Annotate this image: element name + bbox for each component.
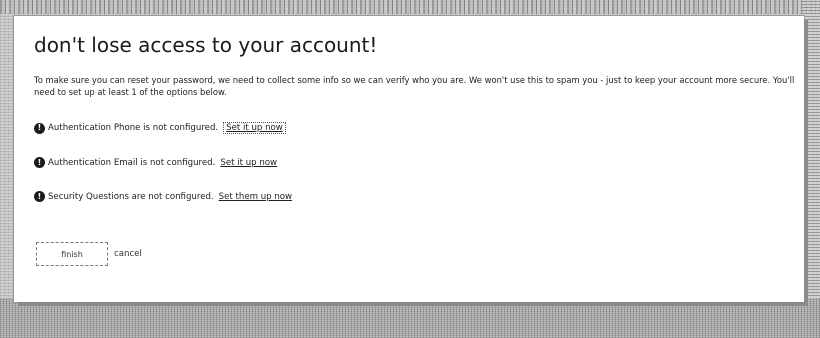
setup-security-questions-link[interactable]: Set them up now — [219, 192, 292, 202]
dialog-title: don't lose access to your account! — [34, 33, 378, 57]
warning-icon: ! — [34, 191, 45, 202]
warning-icon: ! — [34, 157, 45, 168]
right-edge — [802, 0, 820, 338]
top-edge — [0, 0, 820, 14]
bottom-edge — [0, 298, 820, 338]
option-authentication-phone: ! Authentication Phone is not configured… — [34, 122, 286, 134]
dialog-actions: finish cancel — [36, 242, 142, 266]
option-status-text: Security Questions are not configured. — [48, 191, 214, 202]
setup-phone-link[interactable]: Set it up now — [223, 122, 286, 134]
cancel-link[interactable]: cancel — [114, 249, 142, 259]
option-authentication-email: ! Authentication Email is not configured… — [34, 157, 277, 168]
finish-button[interactable]: finish — [36, 242, 108, 266]
option-status-text: Authentication Phone is not configured. — [48, 123, 219, 133]
option-status-text: Authentication Email is not configured. — [48, 157, 216, 168]
setup-email-link[interactable]: Set it up now — [220, 158, 277, 168]
warning-icon: ! — [34, 122, 45, 134]
dialog-intro-text: To make sure you can reset your password… — [34, 75, 795, 97]
account-recovery-dialog: don't lose access to your account! To ma… — [14, 16, 804, 302]
option-security-questions: ! Security Questions are not configured.… — [34, 191, 292, 202]
